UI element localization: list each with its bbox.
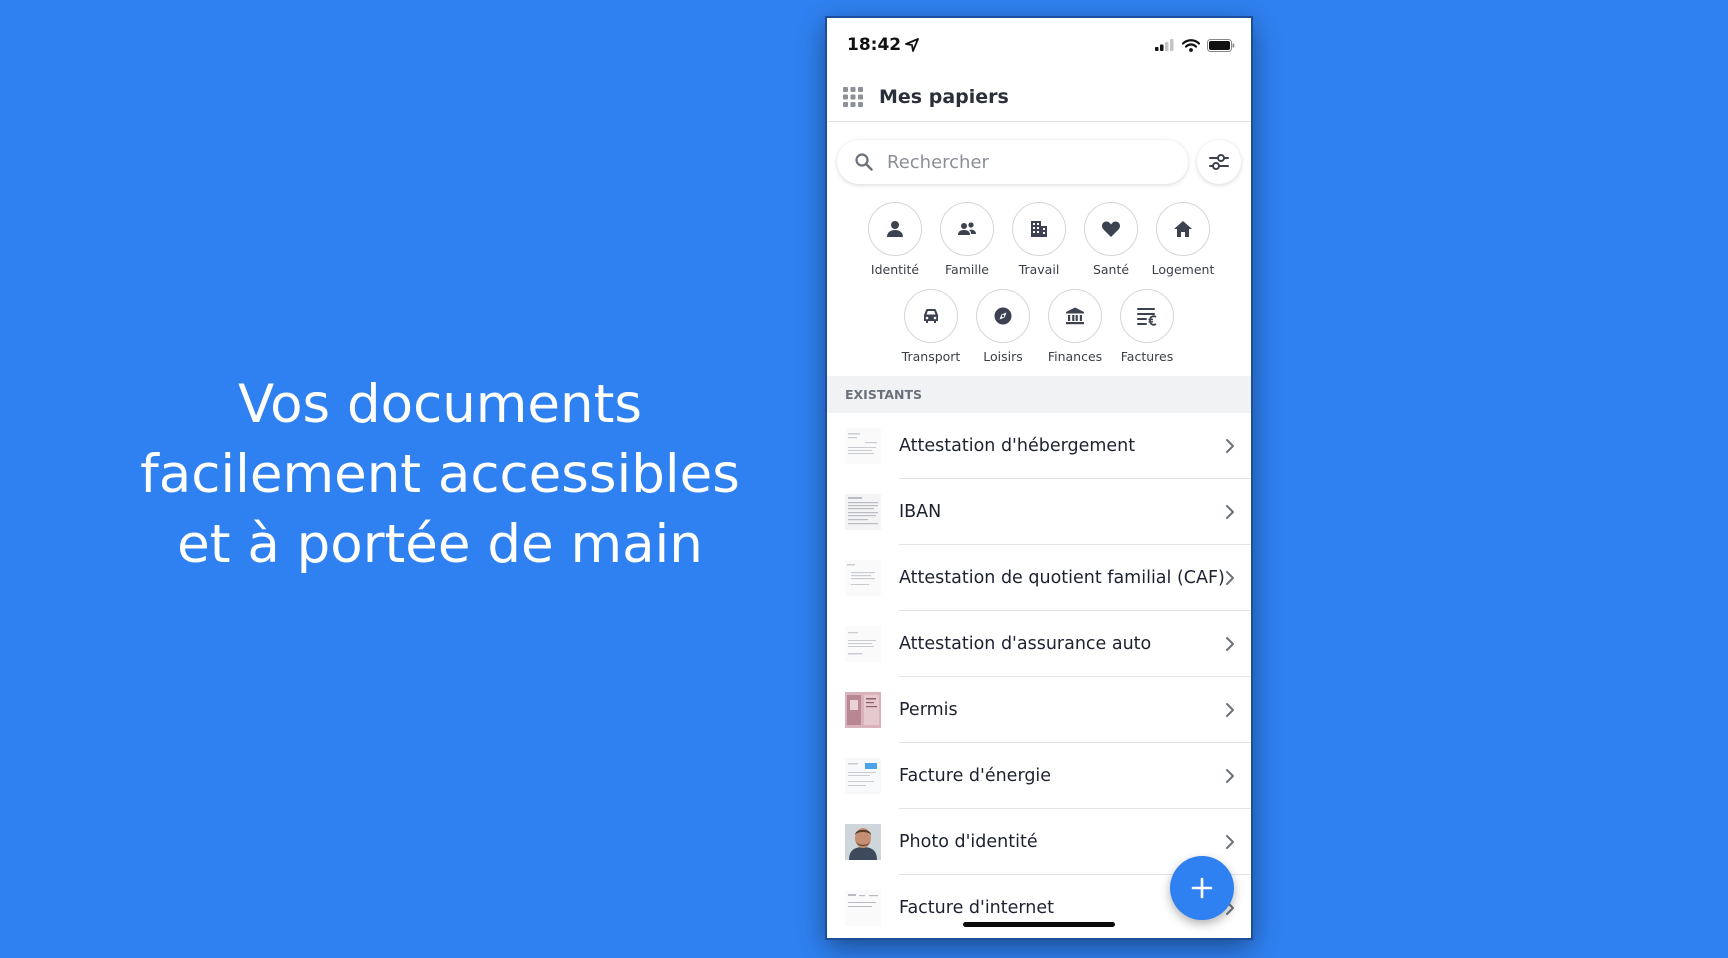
list-item[interactable]: Facture d'énergie: [827, 743, 1251, 809]
cellular-signal-icon: [1155, 39, 1174, 51]
chevron-right-icon: [1226, 570, 1234, 585]
category-sante[interactable]: Santé: [1084, 202, 1138, 277]
tagline-line-2: facilement accessibles: [140, 444, 740, 505]
location-arrow-icon: [905, 38, 920, 52]
home-icon: [1174, 221, 1192, 237]
bank-icon: [1066, 307, 1084, 325]
category-icon-circle: [868, 202, 922, 256]
document-thumbnail: [845, 560, 881, 596]
wifi-icon: [1182, 38, 1200, 52]
chevron-right-icon: [1226, 702, 1234, 717]
tagline-line-3: et à portée de main: [177, 514, 703, 575]
phone-screen: 18:42 Mes papiers Rechercher Identité Fa…: [827, 18, 1251, 938]
category-logement[interactable]: Logement: [1152, 202, 1214, 277]
category-label: Transport: [901, 349, 961, 364]
category-icon-circle: [976, 289, 1030, 343]
category-label: Finances: [1047, 349, 1103, 364]
document-label: Photo d'identité: [899, 831, 1038, 852]
search-bar[interactable]: [837, 140, 1188, 184]
category-label: Identité: [870, 262, 920, 277]
list-item-body: Permis: [899, 677, 1251, 743]
category-identite[interactable]: Identité: [868, 202, 922, 277]
filter-button[interactable]: [1197, 140, 1241, 184]
document-thumbnail: [845, 824, 881, 860]
search-row: [827, 122, 1251, 184]
tagline-line-1: Vos documents: [237, 374, 643, 435]
document-thumbnail: [845, 890, 881, 926]
battery-icon: [1207, 38, 1235, 52]
sliders-icon: [1209, 154, 1229, 170]
status-icons: [1155, 38, 1235, 52]
category-label: Travail: [1018, 262, 1060, 277]
add-document-button[interactable]: [1170, 856, 1234, 920]
heart-icon: [1102, 221, 1120, 237]
list-item[interactable]: IBAN: [827, 479, 1251, 545]
chevron-right-icon: [1226, 834, 1234, 849]
plus-icon: [1191, 877, 1213, 899]
category-label: Santé: [1092, 262, 1130, 277]
home-indicator[interactable]: [963, 922, 1115, 927]
category-factures[interactable]: Factures: [1120, 289, 1174, 364]
list-item[interactable]: Attestation d'assurance auto: [827, 611, 1251, 677]
document-label: Facture d'énergie: [899, 765, 1052, 786]
apps-grid-icon[interactable]: [843, 86, 863, 107]
chevron-right-icon: [1226, 438, 1234, 453]
list-item-body: Attestation de quotient familial (CAF): [899, 545, 1251, 611]
document-thumbnail: [845, 758, 881, 794]
status-bar: 18:42: [827, 18, 1251, 72]
section-header: EXISTANTS: [827, 376, 1251, 413]
document-label: Attestation d'assurance auto: [899, 633, 1152, 654]
status-time: 18:42: [847, 35, 920, 55]
category-grid: Identité Famille Travail Santé Logement …: [827, 184, 1251, 364]
document-thumbnail: [845, 494, 881, 530]
category-finances[interactable]: Finances: [1048, 289, 1102, 364]
document-label: IBAN: [899, 501, 942, 522]
category-row: Transport Loisirs Finances Factures: [827, 289, 1251, 364]
document-label: Attestation de quotient familial (CAF): [899, 567, 1225, 588]
chevron-right-icon: [1226, 636, 1234, 651]
search-icon: [855, 153, 873, 171]
document-label: Attestation d'hébergement: [899, 435, 1136, 456]
category-icon-circle: [904, 289, 958, 343]
tagline: Vos documents facilement accessibles et …: [90, 370, 790, 580]
document-thumbnail: [845, 626, 881, 662]
document-label: Permis: [899, 699, 958, 720]
category-label: Factures: [1120, 349, 1174, 364]
category-icon-circle: [1156, 202, 1210, 256]
list-item-body: Attestation d'assurance auto: [899, 611, 1251, 677]
list-item[interactable]: Permis: [827, 677, 1251, 743]
app-header: Mes papiers: [827, 72, 1251, 122]
compass-icon: [994, 307, 1012, 325]
search-input[interactable]: [887, 151, 1170, 173]
category-icon-circle: [1120, 289, 1174, 343]
document-label: Facture d'internet: [899, 898, 1055, 918]
document-thumbnail: [845, 428, 881, 464]
list-item-body: Attestation d'hébergement: [899, 413, 1251, 479]
bill-icon: [1137, 308, 1157, 326]
category-travail[interactable]: Travail: [1012, 202, 1066, 277]
category-row: Identité Famille Travail Santé Logement: [827, 202, 1251, 277]
list-item-body: IBAN: [899, 479, 1251, 545]
category-icon-circle: [1048, 289, 1102, 343]
category-label: Loisirs: [983, 349, 1023, 364]
category-loisirs[interactable]: Loisirs: [976, 289, 1030, 364]
category-icon-circle: [1012, 202, 1066, 256]
category-icon-circle: [1084, 202, 1138, 256]
list-item[interactable]: Attestation d'hébergement: [827, 413, 1251, 479]
person-icon: [887, 221, 903, 237]
page-title: Mes papiers: [879, 85, 1009, 108]
category-label: Logement: [1151, 262, 1215, 277]
category-transport[interactable]: Transport: [901, 289, 961, 364]
document-thumbnail: [845, 692, 881, 728]
chevron-right-icon: [1226, 504, 1234, 519]
list-item-body: Facture d'énergie: [899, 743, 1251, 809]
category-label: Famille: [945, 262, 989, 277]
car-icon: [924, 309, 938, 323]
chevron-right-icon: [1226, 768, 1234, 783]
building-icon: [1031, 221, 1047, 237]
category-famille[interactable]: Famille: [940, 202, 994, 277]
people-icon: [958, 222, 976, 235]
list-item[interactable]: Attestation de quotient familial (CAF): [827, 545, 1251, 611]
category-icon-circle: [940, 202, 994, 256]
